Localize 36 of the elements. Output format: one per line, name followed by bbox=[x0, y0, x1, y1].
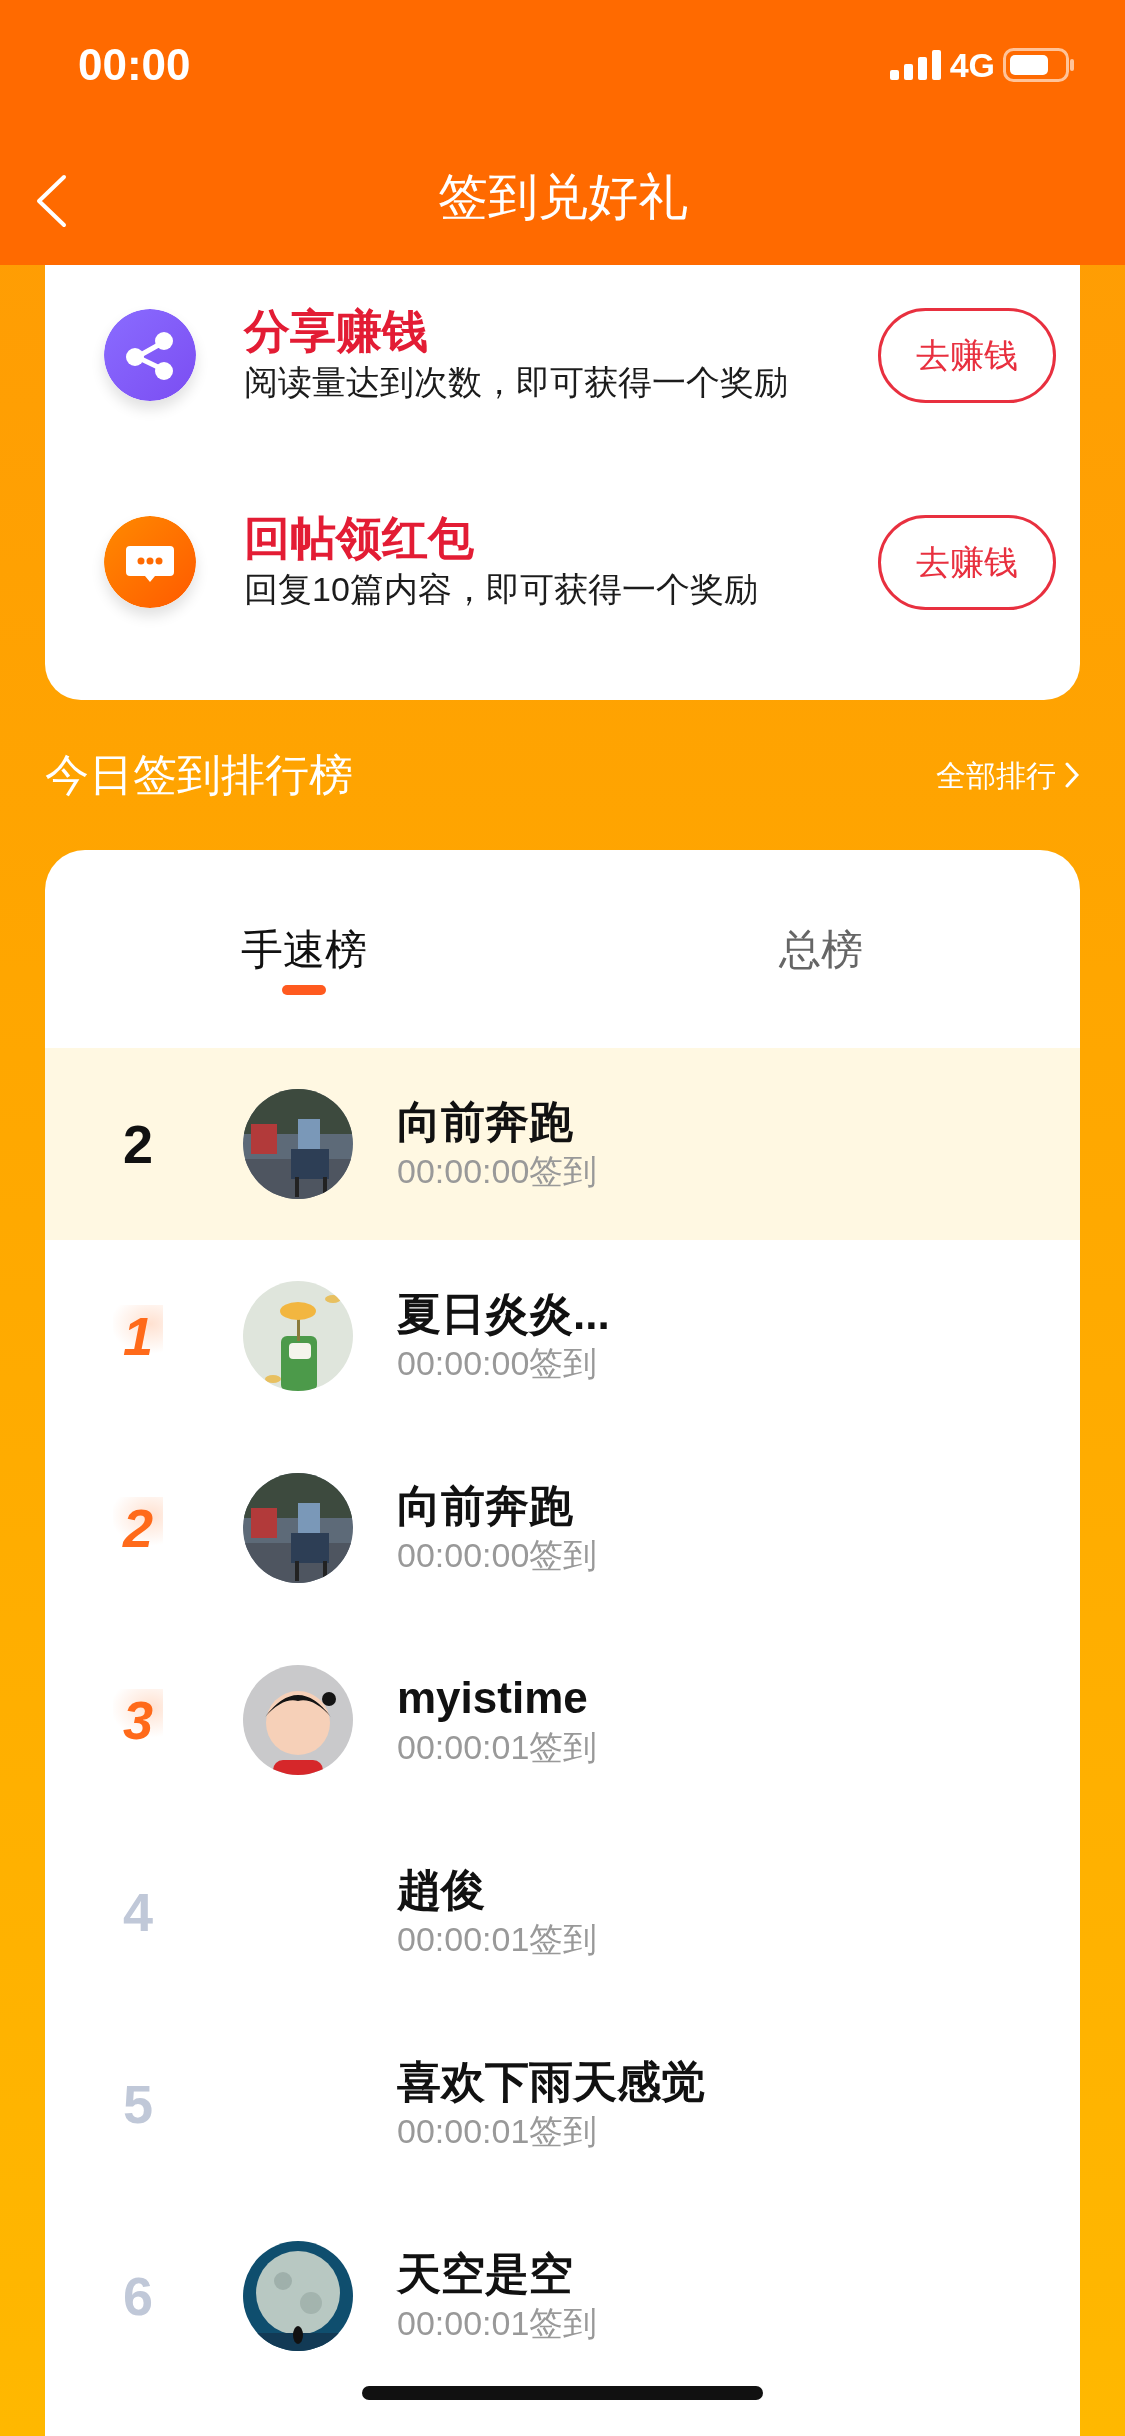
rank-number: 6 bbox=[121, 2265, 154, 2327]
battery-icon bbox=[1003, 48, 1075, 82]
user-name: 夏日炎炎... bbox=[397, 1288, 610, 1341]
task-title: 分享赚钱 bbox=[244, 303, 429, 359]
ranking-tab[interactable]: 总榜 bbox=[562, 850, 1080, 1048]
user-name: 喜欢下雨天感觉 bbox=[397, 2056, 705, 2109]
ranking-tab[interactable]: 手速榜 bbox=[45, 850, 563, 1048]
user-name: 向前奔跑 bbox=[397, 1480, 574, 1533]
rank-number: 4 bbox=[121, 1881, 154, 1943]
checkin-time: 00:00:00签到 bbox=[397, 1151, 598, 1193]
back-button[interactable] bbox=[34, 174, 68, 228]
user-name: 向前奔跑 bbox=[397, 1096, 574, 1149]
task-title: 回帖领红包 bbox=[244, 510, 475, 566]
chevron-right-icon bbox=[1064, 761, 1080, 789]
checkin-time: 00:00:00签到 bbox=[397, 1343, 599, 1385]
earn-button[interactable]: 去赚钱 bbox=[878, 514, 1056, 610]
user-name: 趙俊 bbox=[397, 1864, 486, 1917]
chat-bubble-icon bbox=[104, 516, 196, 608]
task-description: 回复10篇内容，即可获得一个奖励 bbox=[244, 568, 759, 610]
rank-number: 5 bbox=[121, 2073, 154, 2135]
checkin-time: 00:00:01签到 bbox=[397, 2111, 599, 2153]
earn-button[interactable]: 去赚钱 bbox=[878, 307, 1056, 403]
checkin-time: 00:00:00签到 bbox=[397, 1535, 598, 1577]
signal-icon bbox=[889, 50, 942, 80]
task-description: 阅读量达到次数，即可获得一个奖励 bbox=[244, 361, 789, 403]
share-icon bbox=[104, 309, 196, 401]
checkin-time: 00:00:01签到 bbox=[397, 2303, 598, 2345]
user-name: myistime bbox=[397, 1672, 589, 1725]
page-title: 签到兑好礼 bbox=[437, 168, 688, 227]
rank-number: 2 bbox=[121, 1113, 154, 1175]
network-label: 4G bbox=[949, 44, 995, 86]
user-name: 天空是空 bbox=[397, 2248, 574, 2301]
status-time: 00:00 bbox=[78, 39, 191, 91]
checkin-time: 00:00:01签到 bbox=[397, 1919, 598, 1961]
checkin-time: 00:00:01签到 bbox=[397, 1727, 598, 1769]
section-title: 今日签到排行榜 bbox=[45, 749, 353, 801]
